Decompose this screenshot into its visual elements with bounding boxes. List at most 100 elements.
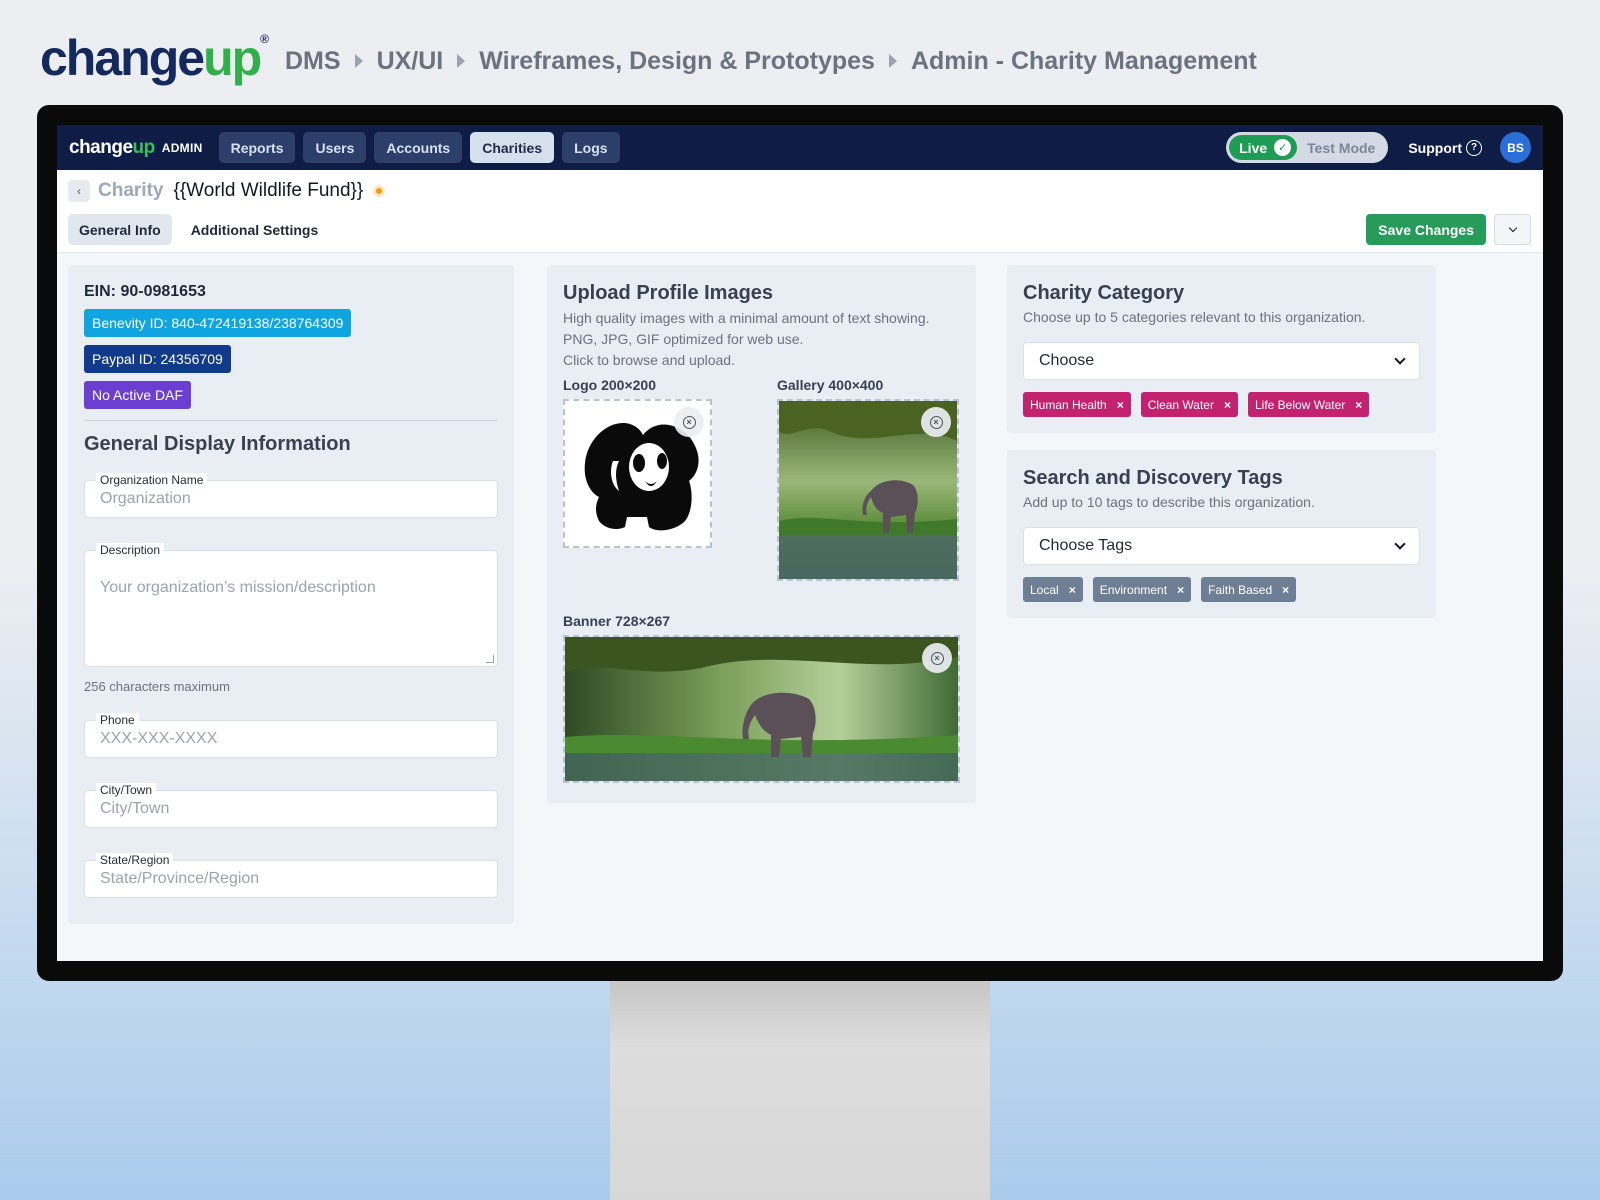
field-label: Phone (96, 713, 139, 727)
live-test-toggle[interactable]: Live ✓ Test Mode (1226, 132, 1389, 163)
instruction-line: Click to browse and upload. (563, 352, 735, 368)
gallery-upload[interactable]: × (777, 399, 959, 581)
tab-additional-settings[interactable]: Additional Settings (180, 214, 330, 245)
field-placeholder: Your organization’s mission/description (100, 579, 376, 596)
chevron-down-icon (1508, 223, 1517, 232)
chip-label: Faith Based (1208, 582, 1273, 597)
live-mode-option[interactable]: Live ✓ (1229, 135, 1298, 160)
banner-upload[interactable]: × (563, 635, 960, 783)
chevron-down-icon (1394, 538, 1406, 550)
app-logo[interactable]: changeup (69, 137, 155, 159)
monitor-stand (610, 981, 990, 1200)
tab-general-info[interactable]: General Info (68, 214, 172, 245)
admin-label: ADMIN (161, 140, 203, 155)
tag-chips: Local × Environment × Faith Based × (1023, 577, 1420, 602)
section-description: Add up to 10 tags to describe this organ… (1023, 494, 1315, 510)
resize-handle-icon[interactable] (486, 655, 494, 663)
chip-label: Environment (1099, 582, 1168, 597)
charity-category-panel: Charity Category Choose up to 5 categori… (1007, 265, 1436, 433)
banner-label: Banner 728×267 (563, 613, 671, 629)
chevron-right-icon (354, 54, 363, 68)
chevron-down-icon (1394, 353, 1406, 365)
field-label: State/Region (96, 853, 174, 867)
app-navbar: changeup ADMIN Reports Users Accounts Ch… (57, 125, 1543, 170)
upload-instructions: High quality images with a minimal amoun… (563, 308, 960, 371)
category-chips: Human Health × Clean Water × Life Below Wa… (1023, 392, 1420, 417)
select-value: Choose Tags (1039, 537, 1133, 554)
tab-bar: General Info Additional Settings (68, 214, 337, 245)
tag-chip: Faith Based × (1201, 577, 1297, 602)
tag-chip: Local × (1023, 577, 1083, 602)
remove-banner-button[interactable]: × (922, 643, 952, 673)
user-avatar[interactable]: BS (1500, 132, 1531, 163)
category-chip: Clean Water × (1140, 392, 1238, 417)
category-select[interactable]: Choose (1023, 342, 1420, 380)
section-title: Upload Profile Images (563, 282, 774, 304)
nav-charities[interactable]: Charities (470, 132, 555, 163)
changeup-logo: changeup® (40, 30, 269, 86)
remove-gallery-button[interactable]: × (921, 407, 951, 437)
nav-reports[interactable]: Reports (218, 132, 296, 163)
back-button[interactable]: ‹ (68, 180, 90, 202)
remove-chip-icon[interactable]: × (1355, 398, 1362, 412)
field-label: City/Town (96, 783, 157, 797)
nav-right-group: Live ✓ Test Mode Support ? BS (1226, 132, 1531, 163)
breadcrumb-item: UX/UI (376, 46, 444, 75)
breadcrumb-item: Admin - Charity Management (910, 46, 1257, 75)
benevity-id-badge: Benevity ID: 840-472419138/238764309 (84, 309, 352, 337)
check-icon: ✓ (1274, 139, 1292, 156)
chip-label: Local (1030, 582, 1059, 597)
phone-field[interactable]: Phone XXX-XXX-XXXX (84, 713, 498, 758)
ein-value: EIN: 90-0981653 (84, 283, 206, 300)
nav-accounts[interactable]: Accounts (374, 132, 463, 163)
chevron-right-icon (457, 54, 466, 68)
divider (84, 420, 498, 421)
remove-chip-icon[interactable]: × (1117, 398, 1124, 412)
field-placeholder: City/Town (100, 800, 170, 817)
chip-label: Life Below Water (1255, 397, 1346, 412)
category-chip: Life Below Water × (1248, 392, 1370, 417)
live-label: Live (1239, 139, 1268, 156)
test-mode-option[interactable]: Test Mode (1297, 140, 1385, 156)
tags-select[interactable]: Choose Tags (1023, 527, 1420, 565)
organization-name-field[interactable]: Organization Name Organization (84, 473, 498, 518)
breadcrumb-item: Wireframes, Design & Prototypes (479, 46, 875, 75)
page-title-kind: Charity (98, 180, 164, 201)
remove-chip-icon[interactable]: × (1177, 583, 1184, 597)
chip-label: Human Health (1030, 397, 1107, 412)
city-field[interactable]: City/Town City/Town (84, 783, 498, 828)
state-field[interactable]: State/Region State/Province/Region (84, 853, 498, 898)
field-placeholder: Organization (100, 490, 191, 507)
more-actions-button[interactable] (1494, 214, 1531, 245)
gallery-label: Gallery 400×400 (777, 377, 884, 393)
chevron-right-icon (888, 54, 897, 68)
chevron-left-icon: ‹ (77, 184, 81, 198)
section-title: Charity Category (1023, 282, 1185, 304)
description-help-text: 256 characters maximum (84, 679, 230, 694)
elephant-banner-image (565, 637, 958, 781)
save-changes-button[interactable]: Save Changes (1366, 214, 1486, 245)
daf-status-badge: No Active DAF (84, 381, 192, 409)
status-indicator (373, 185, 386, 197)
general-info-panel: EIN: 90-0981653 Benevity ID: 840-4724191… (68, 265, 514, 924)
discovery-tags-panel: Search and Discovery Tags Add up to 10 t… (1007, 450, 1436, 618)
remove-chip-icon[interactable]: × (1224, 398, 1231, 412)
remove-chip-icon[interactable]: × (1282, 583, 1289, 597)
breadcrumb-item: DMS (285, 46, 341, 75)
remove-logo-button[interactable]: × (674, 407, 704, 437)
breadcrumb: DMS UX/UI Wireframes, Design & Prototype… (285, 47, 1257, 76)
section-description: Choose up to 5 categories relevant to th… (1023, 309, 1366, 325)
remove-chip-icon[interactable]: × (1069, 583, 1076, 597)
logo-upload[interactable]: × (563, 399, 712, 548)
close-icon: × (930, 651, 944, 665)
brand-breadcrumb-bar: changeup® DMS UX/UI Wireframes, Design &… (40, 28, 1257, 88)
app-screen: changeup ADMIN Reports Users Accounts Ch… (57, 125, 1543, 961)
nav-users[interactable]: Users (303, 132, 367, 163)
section-title: Search and Discovery Tags (1023, 467, 1283, 489)
paypal-id-badge: Paypal ID: 24356709 (84, 345, 231, 373)
logo-label: Logo 200×200 (563, 377, 656, 393)
description-textarea[interactable]: Description Your organization’s mission/… (84, 543, 498, 667)
nav-logs[interactable]: Logs (562, 132, 620, 163)
field-placeholder: State/Province/Region (100, 870, 260, 887)
support-link[interactable]: Support ? (1408, 139, 1482, 156)
